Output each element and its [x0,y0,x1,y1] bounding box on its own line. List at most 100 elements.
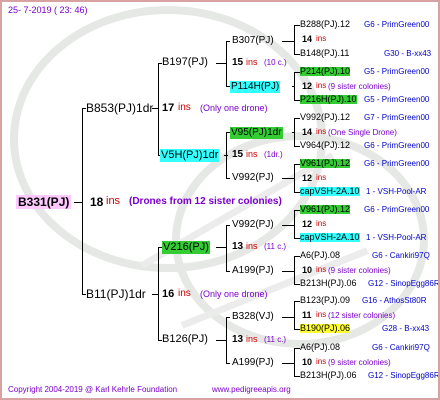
gen4-origin: G28 - B-xx43 [382,324,430,333]
gen4-queen[interactable]: V964(PJ).12 [300,141,350,150]
gen4-queen[interactable]: B148(PJ).11 [300,49,349,58]
gen3-ins-label: ins [316,127,327,136]
gen3-ins-label: ins [316,265,327,274]
connector-line [294,256,295,284]
gen4-queen[interactable]: A6(PJ).08 [300,343,340,352]
gen3-ins-label: ins [316,81,327,90]
gen4-queen[interactable]: A6(PJ).08 [300,251,340,260]
gen3-ins-count: 10 [302,357,313,367]
gen4-origin: G5 - PrimGreen00 [364,67,430,76]
gen2-ins-count: 15 [232,149,244,160]
gen3-note: (9 sister colonies) [328,266,391,275]
gen3-queen[interactable]: B307(PJ) [232,36,274,46]
gen4-origin: G12 - SinopEgg86R [368,371,440,380]
gen4-origin: 1 - VSH-Pool-AR [366,187,427,196]
gen3-ins-label: ins [316,310,327,319]
gen3-ins-label: ins [316,357,327,366]
gen2-queen[interactable]: B197(PJ) [162,57,208,68]
gen2-queen[interactable]: V5H(PJ)1dr [160,149,220,162]
connector-line [82,108,83,294]
gen3-note: (12 sister colonies) [328,311,396,320]
connector-line [282,363,294,364]
copyright-text: Copyright 2004-2019 @ Karl Kehrle Founda… [8,385,178,394]
report-date: 25- 7-2019 ( 23: 46) [8,5,88,15]
gen3-queen[interactable]: V95(PJ)1dr [230,127,283,139]
gen2-ins-count: 15 [232,57,244,68]
gen2-queen[interactable]: V216(PJ) [162,241,210,254]
connector-line [226,317,230,318]
gen3-ins-label: ins [316,34,327,43]
website-link[interactable]: www.pedigreeapis.org [212,386,291,394]
connector-line [226,271,230,272]
gen2-ins-label: ins [246,334,258,344]
gen3-queen[interactable]: B328(VJ) [232,312,274,322]
gen3-ins-count: 14 [302,127,313,137]
connector-line [226,41,230,42]
gen4-queen[interactable]: V961(PJ).12 [300,205,351,214]
gen3-ins-label: ins [316,173,327,182]
gen4-queen[interactable]: B288(PJ).12 [300,20,350,29]
gen1-ins-label: ins [178,102,191,113]
gen1-ins-count: 17 [162,102,175,114]
gen4-queen[interactable]: P216H(PJ).10 [300,95,357,104]
gen1-ins-count: 16 [162,288,175,300]
connector-line [158,247,159,340]
connector-line [216,340,226,341]
gen3-ins-count: 12 [302,219,313,229]
gen3-ins-count: 12 [302,81,313,91]
gen1-drone-note: (Only one drone) [200,103,268,113]
gen1-queen[interactable]: B853(PJ)1dr [86,102,153,114]
gen4-origin: 1 - VSH-Pool-AR [366,233,427,242]
gen2-queen[interactable]: B126(PJ) [162,334,208,345]
gen4-origin: G6 - PrimGreen00 [364,20,430,29]
gen4-origin: G12 - SinopEgg86R [368,279,440,288]
connector-line [294,164,295,192]
gen3-queen[interactable]: V992(PJ) [232,220,274,230]
connector-line [294,118,295,146]
gen3-queen[interactable]: A199(PJ) [232,358,274,368]
connector-line [216,63,226,64]
gen4-queen[interactable]: B213H(PJ).06 [300,279,357,288]
gen4-origin: G6 - Cankiri97Q [372,251,430,260]
gen3-queen[interactable]: A199(PJ) [232,266,274,276]
gen4-queen[interactable]: B190(PJ).06 [300,324,351,333]
connector-line [294,301,295,329]
gen3-ins-label: ins [316,219,327,228]
gen3-ins-count: 14 [302,34,313,44]
gen3-note: (One Single Drone) [328,128,397,137]
connector-line [282,225,294,226]
gen2-ins-count: 13 [232,334,244,345]
gen2-note: (10 c.) [264,58,287,67]
connector-line [74,202,82,203]
gen2-note: (1dr.) [264,150,283,159]
root-queen[interactable]: B331(PJ) [16,195,72,209]
gen4-queen[interactable]: capVSH-2A.10 [300,187,360,196]
gen3-ins-count: 11 [302,310,312,320]
gen2-note: (11 c.) [264,335,287,344]
root-ins-count: 18 [90,195,104,209]
gen3-queen[interactable]: P114H(PJ) [230,81,281,93]
root-drone-note: (Drones from 12 sister colonies) [129,196,282,207]
gen3-ins-count: 12 [302,173,313,183]
gen4-queen[interactable]: capVSH-2A.10 [300,233,360,242]
gen4-queen[interactable]: B213H(PJ).06 [300,371,357,380]
gen2-ins-label: ins [246,57,258,67]
connector-line [226,363,230,364]
gen1-ins-label: ins [178,288,191,299]
connector-line [158,63,159,155]
gen4-queen[interactable]: B123(PJ).09 [300,296,350,305]
connector-line [226,317,227,363]
gen4-origin: G5 - PrimGreen00 [364,95,430,104]
connector-line [294,25,295,54]
gen4-queen[interactable]: P214(PJ).10 [300,67,351,76]
gen1-drone-note: (Only one drone) [200,289,268,299]
connector-line [282,178,294,179]
gen3-queen[interactable]: V992(PJ) [232,173,274,183]
gen4-queen[interactable]: V992(PJ).12 [300,113,350,122]
gen4-origin: G7 - PrimGreen00 [364,113,430,122]
gen1-queen[interactable]: B11(PJ)1dr [86,288,146,300]
gen4-queen[interactable]: V961(PJ).12 [300,159,351,168]
gen4-origin: G6 - PrimGreen00 [364,159,430,168]
root-ins-label: ins [106,195,121,207]
gen3-ins-count: 10 [302,265,313,275]
